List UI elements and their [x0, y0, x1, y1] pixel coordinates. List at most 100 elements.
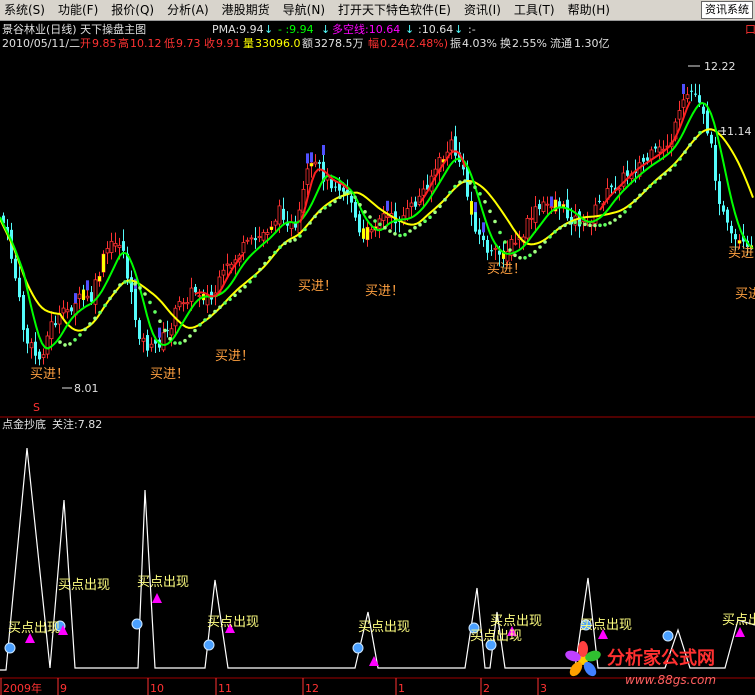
candle-body — [681, 99, 686, 108]
duokong-dot — [473, 185, 477, 190]
duokong-dot — [158, 319, 162, 324]
buy-signal-label: 买进！ — [728, 246, 755, 261]
candle-body — [313, 161, 318, 165]
candle-body — [490, 250, 493, 252]
watermark-brand: 分析家公式网 — [607, 647, 715, 669]
duokong-dot — [613, 218, 617, 222]
duokong-dot — [308, 221, 312, 225]
candle-body — [14, 258, 17, 279]
quote-change: 0.24(2.48%) — [380, 37, 448, 50]
duokong-dot — [223, 301, 227, 305]
candle-body-blue — [322, 145, 325, 156]
candle-body — [141, 337, 146, 342]
duokong-dot — [338, 195, 342, 200]
pma-arrow-icon: ↓ — [264, 23, 273, 36]
candle-body-blue — [682, 83, 685, 94]
duokong-dot — [618, 214, 622, 219]
duokong-dot — [403, 232, 407, 237]
candle-body — [257, 236, 262, 239]
menu-help[interactable]: 帮助(H) — [564, 0, 619, 20]
duokong-dot — [288, 239, 292, 243]
candle-body — [18, 277, 21, 298]
candle-body — [350, 195, 353, 203]
duokong-dot — [633, 198, 637, 203]
duokong-dot — [353, 195, 357, 200]
duokong-dot — [183, 338, 187, 343]
menu-hk-futures[interactable]: 港股期货 — [218, 0, 279, 20]
duokong-dot — [448, 190, 452, 195]
candle-body — [61, 307, 66, 314]
candle-body — [138, 320, 141, 339]
candle-body — [354, 202, 357, 218]
duokong-dot — [188, 334, 192, 338]
candle-body-blue — [306, 153, 309, 164]
info-system-button[interactable]: 资讯系统 — [701, 1, 753, 19]
buy-point-ball-icon — [4, 642, 16, 654]
candle-body — [677, 110, 682, 120]
candle-body — [221, 269, 226, 276]
duokong-dot — [693, 136, 697, 141]
candle-body — [409, 202, 414, 208]
duokong-dot — [378, 222, 382, 227]
duokong-dot — [263, 261, 267, 266]
menu-quote[interactable]: 报价(Q) — [107, 0, 163, 20]
candle-body — [45, 335, 50, 355]
candle-body — [265, 232, 270, 235]
duokong-dot — [498, 230, 502, 235]
quote-turnover: 2.55% — [512, 37, 547, 50]
menu-info[interactable]: 资讯(I) — [460, 0, 510, 20]
duokong-dot — [168, 336, 172, 341]
candle-body — [474, 211, 477, 232]
buy-signal-label: 买进！ — [30, 367, 69, 382]
menu-function[interactable]: 功能(F) — [54, 0, 107, 20]
quote-high-label: 高 — [118, 36, 129, 50]
buy-point-text: 买点出现 — [58, 578, 110, 593]
duokong-dot — [368, 215, 372, 219]
quote-open: 9.85 — [92, 37, 117, 50]
menu-special-software[interactable]: 打开天下特色软件(E) — [334, 0, 460, 20]
candle-body — [730, 225, 733, 234]
quote-float-label: 流通 — [550, 36, 572, 50]
duokong-dot — [198, 323, 202, 327]
duokong-arrow-icon: ↓ — [405, 23, 414, 36]
candle-body — [330, 179, 333, 189]
candle-body-blue — [386, 200, 389, 211]
duokong-dot — [103, 303, 107, 308]
duokong-dot — [63, 343, 67, 347]
duokong-dot — [323, 206, 327, 210]
candle-body — [34, 341, 37, 356]
candle-body — [334, 186, 337, 188]
quote-vol: 33096.0 — [255, 37, 301, 50]
buy-signal-labels: 买进！ 买进！ 买进！ 买进！ 买进！ 买进！ 买进！ 买进！ — [30, 246, 755, 382]
candle-body — [241, 242, 246, 254]
candle-body — [513, 242, 518, 245]
menu-system[interactable]: 系统(S) — [0, 0, 54, 20]
menu-navigation[interactable]: 导航(N) — [279, 0, 334, 20]
candle-body — [657, 146, 662, 153]
buy-point-ball-icon — [203, 639, 215, 651]
indicator-4-value: :10.64 — [418, 23, 453, 36]
candle-body — [249, 237, 254, 240]
duokong-dot — [278, 245, 282, 249]
duokong-dot — [303, 227, 307, 232]
duokong-dot — [373, 219, 377, 223]
candle-body — [690, 90, 693, 92]
duokong-dot — [513, 253, 517, 258]
candle-body — [130, 277, 133, 293]
kline-chart-area[interactable]: 景谷林业(日线) 天下操盘主图 PMA:9.94 ↓ - :9.94 ↓ 多空线… — [0, 20, 755, 695]
menu-analysis[interactable]: 分析(A) — [163, 0, 218, 20]
duokong-dot — [248, 279, 252, 284]
pma-value: PMA:9.94 — [212, 23, 264, 36]
duokong-dot — [433, 210, 437, 214]
candle-body — [117, 244, 122, 248]
menu-tools[interactable]: 工具(T) — [510, 0, 564, 20]
duokong-dot — [538, 245, 542, 249]
duokong-dot — [293, 238, 297, 242]
duokong-dot — [668, 168, 672, 172]
duokong-dot — [213, 309, 217, 314]
duokong-dot — [478, 192, 482, 196]
x-axis-label: 12 — [305, 682, 319, 695]
candle-body — [134, 288, 137, 320]
duokong-dot — [258, 267, 262, 272]
candle-body — [358, 214, 361, 233]
